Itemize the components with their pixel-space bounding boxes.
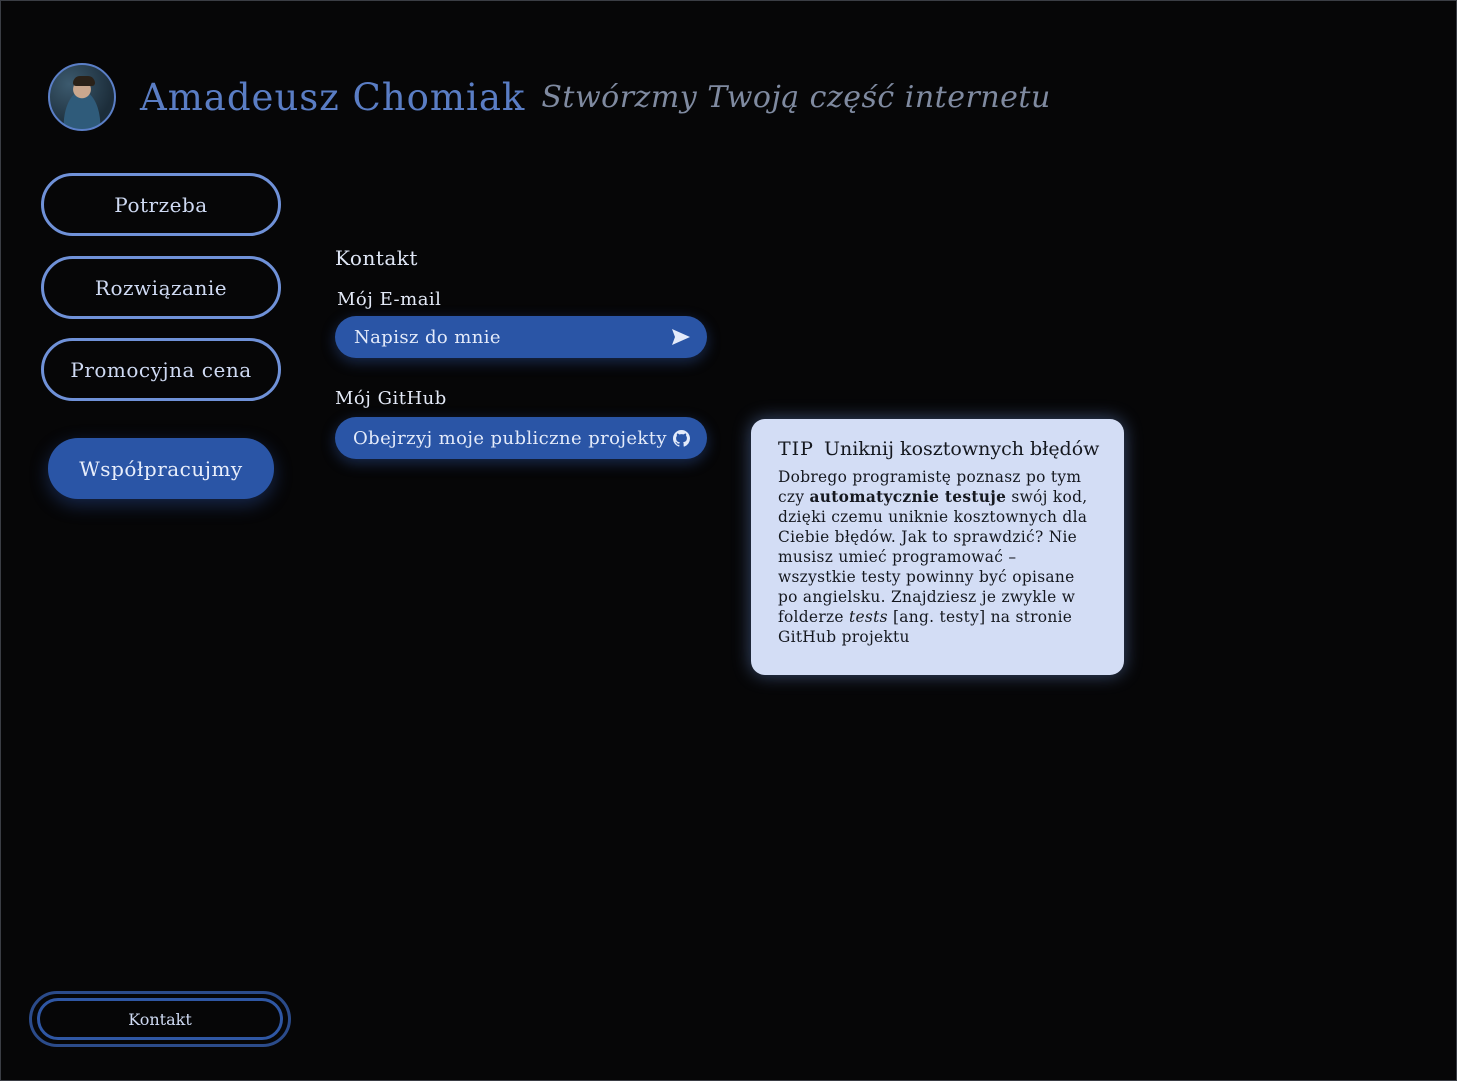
github-button[interactable]: Obejrzyj moje publiczne projekty — [335, 417, 707, 459]
nav-item-rozwiazanie[interactable]: Rozwiązanie — [41, 256, 281, 319]
tip-card: TIP Uniknij kosztownych błędów Dobrego p… — [751, 419, 1124, 675]
tip-tag: TIP — [778, 438, 814, 460]
site-name[interactable]: Amadeusz Chomiak — [140, 76, 525, 119]
github-icon — [671, 428, 691, 448]
github-label: Mój GitHub — [335, 388, 447, 409]
contact-nav-frame: Kontakt — [29, 991, 291, 1047]
nav-item-promocyjna-cena[interactable]: Promocyjna cena — [41, 338, 281, 401]
tip-title: Uniknij kosztownych błędów — [823, 438, 1100, 460]
section-title: Kontakt — [335, 246, 418, 270]
site-header: Amadeusz Chomiak Stwórzmy Twoją część in… — [48, 63, 1051, 131]
tip-header: TIP Uniknij kosztownych błędów — [778, 438, 1100, 460]
send-icon — [671, 327, 691, 347]
avatar — [48, 63, 116, 131]
tip-body-italic: tests — [849, 608, 888, 626]
contact-nav-button[interactable]: Kontakt — [37, 998, 283, 1040]
site-tagline: Stwórzmy Twoją część internetu — [541, 79, 1051, 115]
tip-body-text: swój kod, dzięki czemu uniknie kosztowny… — [778, 488, 1088, 626]
cooperate-button[interactable]: Współpracujmy — [48, 438, 274, 499]
tip-body-bold: automatycznie testuje — [809, 488, 1007, 506]
nav-item-potrzeba[interactable]: Potrzeba — [41, 173, 281, 236]
email-button-label: Napisz do mnie — [354, 326, 501, 348]
email-label: Mój E-mail — [337, 289, 442, 310]
email-button[interactable]: Napisz do mnie — [335, 316, 707, 358]
github-button-label: Obejrzyj moje publiczne projekty — [353, 427, 667, 449]
tip-body: Dobrego programistę poznasz po tym czy a… — [778, 467, 1098, 647]
